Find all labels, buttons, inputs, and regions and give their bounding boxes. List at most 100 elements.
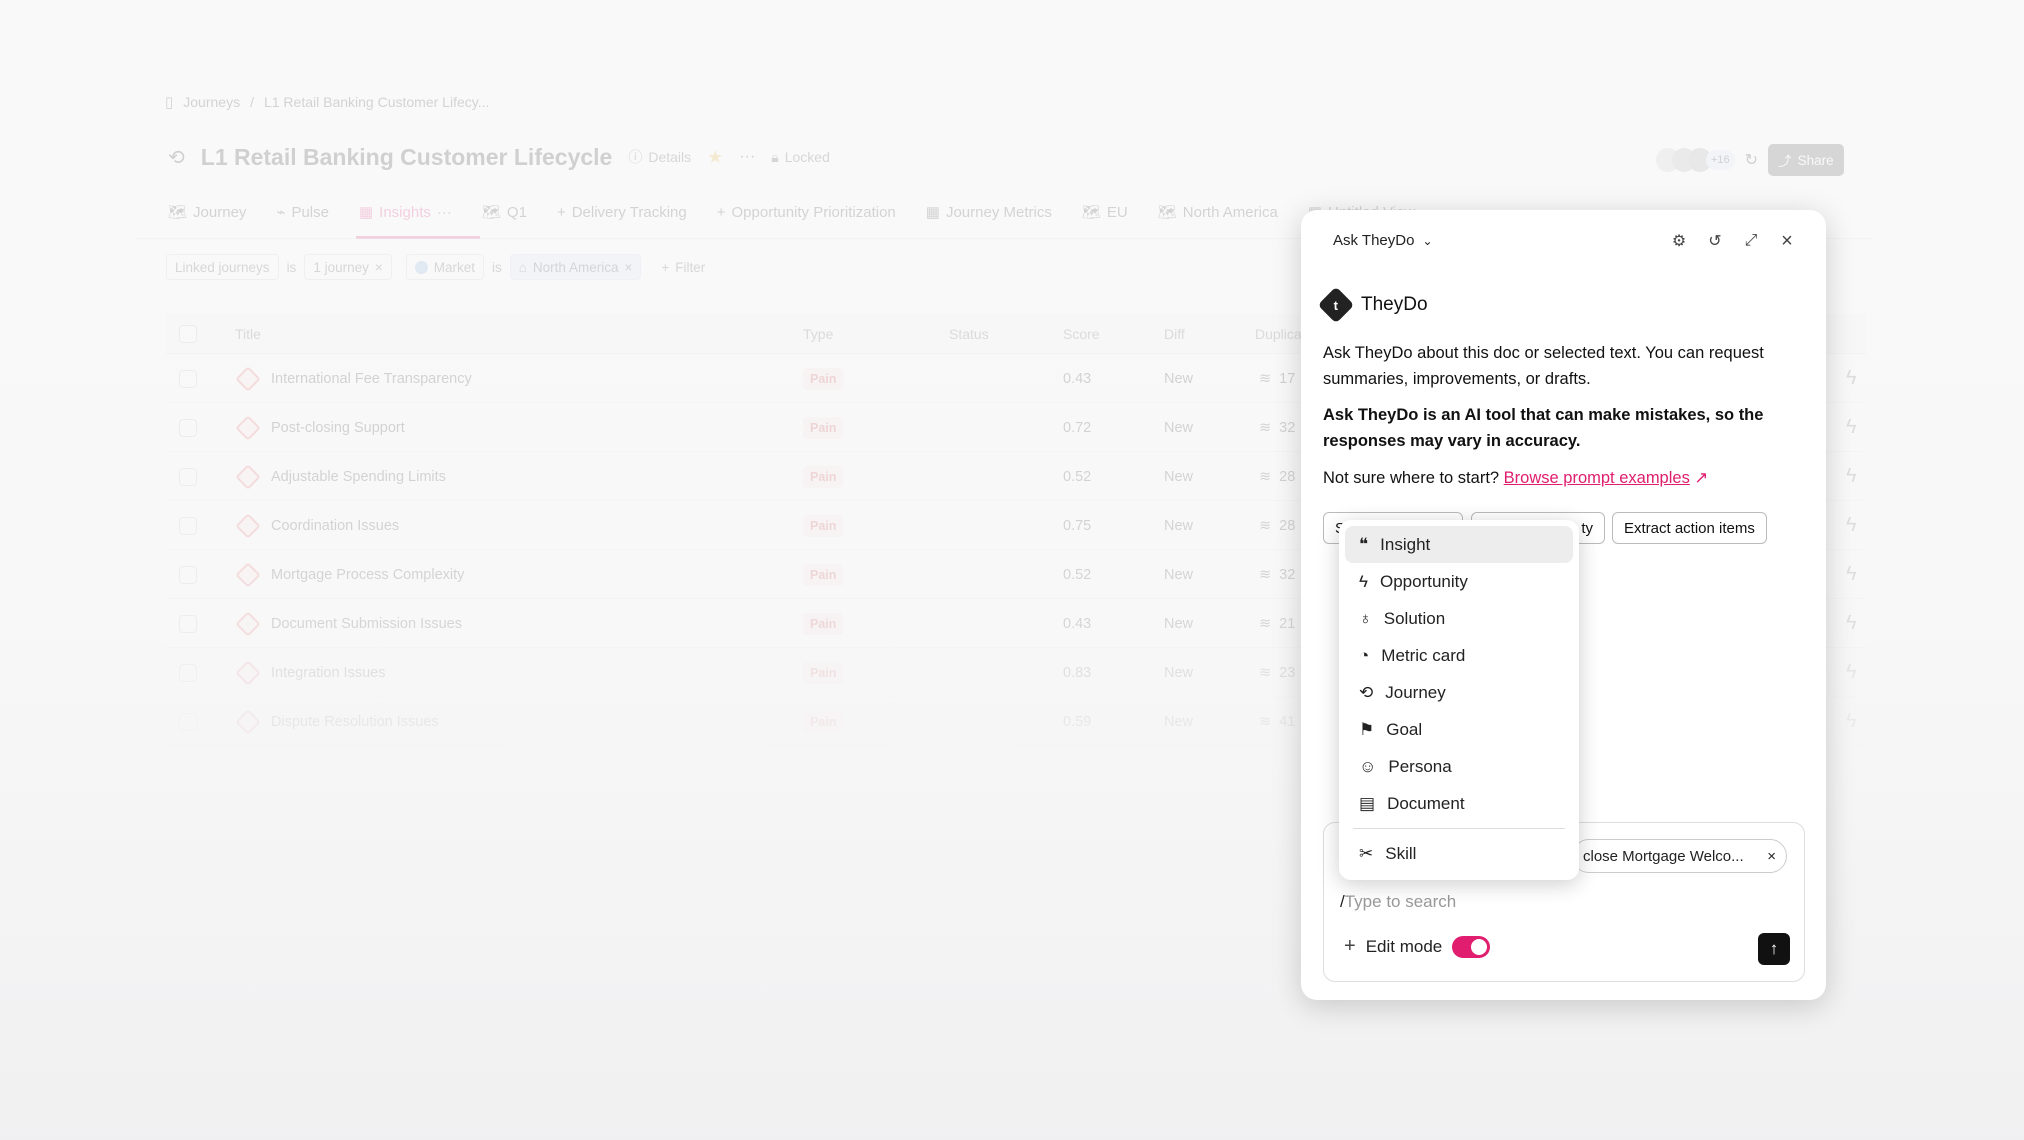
row-checkbox[interactable] — [179, 599, 197, 648]
row-title[interactable]: Post-closing Support — [271, 420, 405, 436]
bolt-icon[interactable]: ϟ — [1846, 599, 1857, 648]
map-icon: 🗺︎ — [168, 204, 188, 221]
row-checkbox[interactable] — [179, 697, 197, 746]
insight-icon — [235, 610, 261, 637]
breadcrumb-item-current[interactable]: L1 Retail Banking Customer Lifecy... — [264, 94, 489, 110]
close-icon[interactable]: × — [1778, 230, 1796, 252]
edit-mode-toggle[interactable] — [1452, 935, 1491, 958]
row-title[interactable]: Document Submission Issues — [271, 616, 462, 632]
row-checkbox[interactable] — [179, 501, 197, 550]
column-header-diff[interactable]: Diff — [1164, 314, 1185, 354]
close-icon[interactable]: × — [375, 260, 383, 275]
add-filter-button[interactable]: + Filter — [661, 260, 705, 275]
layers-icon: ≋ — [1259, 468, 1272, 485]
bolt-icon[interactable]: ϟ — [1846, 452, 1857, 501]
row-title[interactable]: Dispute Resolution Issues — [271, 714, 439, 730]
bolt-icon[interactable]: ϟ — [1846, 697, 1857, 746]
menu-item-goal[interactable]: ⚑ Goal — [1345, 711, 1573, 748]
insight-icon — [235, 659, 261, 686]
row-diff: New — [1164, 468, 1194, 485]
filter-linked-journeys[interactable]: Linked journeys — [166, 254, 279, 280]
row-score: 0.75 — [1063, 517, 1092, 534]
menu-item-solution[interactable]: ♁ Solution — [1345, 600, 1573, 637]
filter-market[interactable]: Market — [405, 254, 485, 280]
tab-insights[interactable]: ▦ Insights ··· — [359, 203, 452, 222]
close-icon[interactable]: × — [1767, 848, 1776, 865]
tag-icon: ⌂ — [518, 259, 527, 275]
header-actions: +16 ↻ ⤴ Share — [1656, 144, 1844, 176]
theydo-logo: t — [1317, 286, 1355, 324]
column-header-status[interactable]: Status — [949, 314, 989, 354]
filter-value-chip[interactable]: ⌂ North America × — [509, 254, 642, 280]
browse-prompt-examples-link[interactable]: Browse prompt examples — [1504, 469, 1690, 487]
menu-item-journey[interactable]: ⟲ Journey — [1345, 674, 1573, 711]
breadcrumb-item-journeys[interactable]: Journeys — [183, 94, 240, 110]
plus-icon[interactable]: + — [1344, 935, 1356, 958]
edit-mode-label: Edit mode — [1365, 936, 1443, 956]
row-title[interactable]: Integration Issues — [271, 665, 385, 681]
row-duplicates: 21 — [1279, 615, 1296, 632]
share-button[interactable]: ⤴ Share — [1768, 144, 1844, 176]
column-header-type[interactable]: Type — [803, 314, 833, 354]
row-title[interactable]: Mortgage Process Complexity — [271, 567, 464, 583]
tab-more-icon[interactable]: ··· — [437, 204, 452, 221]
send-button[interactable]: ↑ — [1758, 933, 1790, 965]
tab-opportunity-prioritization[interactable]: + Opportunity Prioritization — [717, 204, 896, 221]
row-checkbox[interactable] — [179, 452, 197, 501]
page-title[interactable]: L1 Retail Banking Customer Lifecycle — [201, 144, 613, 171]
row-title[interactable]: International Fee Transparency — [271, 371, 472, 387]
external-link-icon: ↗ — [1689, 469, 1709, 487]
select-all-checkbox[interactable] — [179, 314, 197, 354]
avatar-stack[interactable]: +16 — [1656, 148, 1735, 172]
row-checkbox[interactable] — [179, 648, 197, 697]
sidebar-toggle-icon[interactable]: ▯ — [165, 93, 173, 111]
bolt-icon[interactable]: ϟ — [1846, 354, 1857, 403]
context-chip[interactable]: close Mortgage Welco... × — [1572, 839, 1787, 873]
details-button[interactable]: ⓘ Details — [628, 147, 691, 167]
bolt-icon[interactable]: ϟ — [1846, 403, 1857, 452]
tab-eu[interactable]: 🗺︎ EU — [1082, 203, 1128, 222]
menu-item-insight[interactable]: ❝ Insight — [1345, 526, 1573, 563]
star-icon[interactable]: ★ — [707, 147, 723, 168]
bolt-icon[interactable]: ϟ — [1846, 501, 1857, 550]
close-icon[interactable]: × — [624, 260, 632, 275]
menu-item-label: Persona — [1388, 756, 1452, 776]
tab-journey-metrics[interactable]: ▦ Journey Metrics — [926, 203, 1052, 222]
bolt-icon[interactable]: ϟ — [1846, 550, 1857, 599]
suggestion-chip-extract-action-items[interactable]: Extract action items — [1612, 512, 1767, 544]
column-header-title[interactable]: Title — [235, 314, 261, 354]
expand-icon[interactable]: ⤢ — [1742, 232, 1760, 250]
tab-q1[interactable]: 🗺︎ Q1 — [482, 203, 527, 222]
insight-icon — [235, 414, 261, 441]
menu-item-metric-card[interactable]: ◔ Metric card — [1345, 637, 1573, 674]
insight-icon: ❝ — [1359, 534, 1369, 554]
tab-north-america[interactable]: 🗺︎ North America — [1158, 203, 1278, 222]
menu-item-opportunity[interactable]: ϟ Opportunity — [1345, 563, 1573, 600]
row-checkbox[interactable] — [179, 354, 197, 403]
bolt-icon[interactable]: ϟ — [1846, 648, 1857, 697]
locked-indicator[interactable]: 🔒︎ Locked — [771, 149, 830, 166]
column-header-score[interactable]: Score — [1063, 314, 1100, 354]
tab-delivery-tracking[interactable]: + Delivery Tracking — [557, 204, 687, 221]
tab-label: Delivery Tracking — [571, 203, 687, 221]
chat-input-field[interactable]: /Type to search — [1340, 892, 1456, 912]
more-icon[interactable]: ··· — [739, 148, 755, 166]
share-label: Share — [1797, 152, 1834, 168]
row-checkbox[interactable] — [179, 403, 197, 452]
menu-item-document[interactable]: ▤ Document — [1345, 785, 1573, 822]
column-header-duplicates[interactable]: Duplica — [1255, 314, 1302, 354]
menu-item-skill[interactable]: ✂ Skill — [1345, 835, 1573, 872]
tab-journey[interactable]: 🗺︎ Journey — [168, 203, 246, 222]
new-chat-icon[interactable]: ↺ — [1706, 232, 1724, 250]
panel-title-dropdown[interactable]: Ask TheyDo ⌄ — [1333, 232, 1433, 249]
row-title[interactable]: Adjustable Spending Limits — [271, 469, 446, 485]
tab-label: EU — [1106, 203, 1128, 221]
tab-pulse[interactable]: ⌁ Pulse — [276, 203, 329, 222]
row-checkbox[interactable] — [179, 550, 197, 599]
filter-value-chip[interactable]: 1 journey × — [304, 254, 392, 280]
menu-item-persona[interactable]: ☺ Persona — [1345, 748, 1573, 785]
row-title[interactable]: Coordination Issues — [271, 518, 399, 534]
type-badge: Pain — [803, 514, 844, 537]
gear-icon[interactable]: ⚙ — [1670, 232, 1688, 250]
history-icon[interactable]: ↻ — [1745, 150, 1758, 170]
